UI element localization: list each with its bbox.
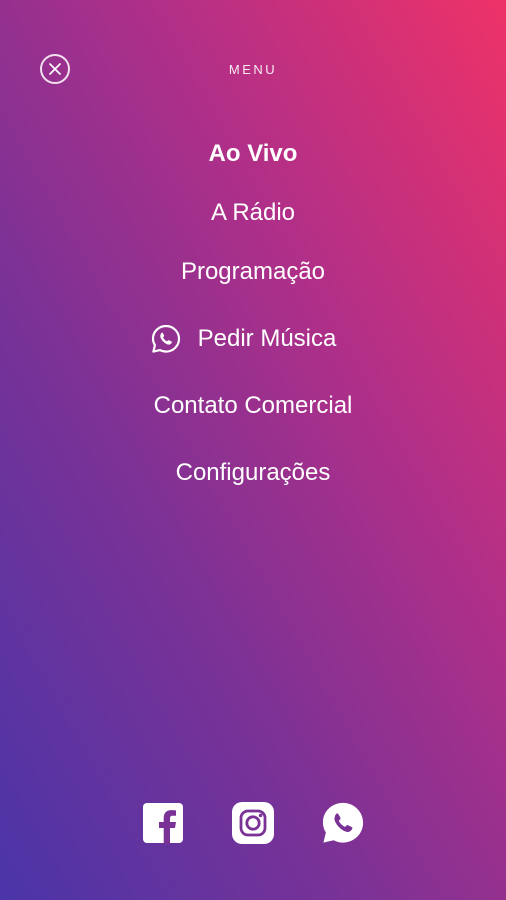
whatsapp-icon	[322, 802, 364, 843]
menu-item-label: Contato Comercial	[153, 392, 353, 419]
menu-item-pedir-musica[interactable]: Pedir Música	[0, 323, 506, 363]
menu-item-configuracoes[interactable]: Configurações	[0, 458, 506, 488]
menu-item-label: Ao Vivo	[208, 140, 298, 167]
menu-item-label: Pedir Música	[197, 325, 337, 352]
menu-item-a-radio[interactable]: A Rádio	[0, 198, 506, 228]
facebook-icon	[143, 803, 183, 844]
menu-item-label: Programação	[180, 258, 326, 285]
facebook-button[interactable]	[141, 800, 185, 846]
instagram-icon	[232, 802, 274, 844]
menu-item-contato-comercial[interactable]: Contato Comercial	[0, 391, 506, 421]
menu-item-label: A Rádio	[210, 199, 296, 226]
menu-item-programacao[interactable]: Programação	[0, 257, 506, 287]
instagram-button[interactable]	[231, 800, 275, 846]
whatsapp-icon	[151, 324, 180, 353]
whatsapp-button[interactable]	[321, 800, 365, 846]
social-links	[0, 800, 506, 846]
menu-item-label: Configurações	[175, 459, 331, 486]
menu-item-ao-vivo[interactable]: Ao Vivo	[0, 139, 506, 169]
page-title: MENU	[228, 62, 278, 77]
